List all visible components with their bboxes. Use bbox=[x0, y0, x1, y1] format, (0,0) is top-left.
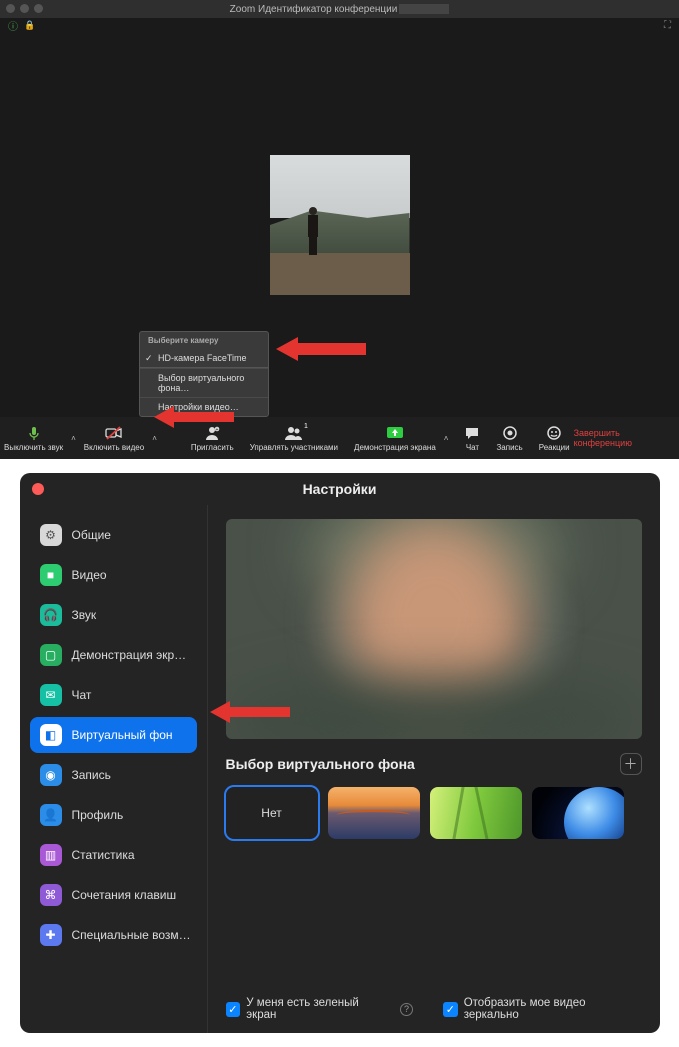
checkbox-mirror-video[interactable]: ✓ Отобразить мое видео зеркально bbox=[443, 997, 642, 1021]
settings-title: Настройки bbox=[303, 481, 377, 497]
sidebar-item-chat[interactable]: ✉Чат bbox=[30, 677, 197, 713]
camera-menu-item-facetime[interactable]: HD-камера FaceTime bbox=[140, 349, 268, 367]
settings-sidebar: ⚙Общие ■Видео 🎧Звук ▢Демонстрация экр… ✉… bbox=[20, 505, 208, 1033]
headphones-icon: 🎧 bbox=[40, 604, 62, 626]
fullscreen-icon[interactable]: ⛶ bbox=[664, 20, 671, 31]
checkbox-checked-icon: ✓ bbox=[226, 1002, 241, 1017]
virtual-bg-icon: ◧ bbox=[40, 724, 62, 746]
info-icon[interactable]: ⓘ bbox=[8, 18, 18, 33]
record-button[interactable]: Запись bbox=[492, 422, 526, 454]
window-title: Zoom Идентификатор конференции bbox=[230, 4, 398, 15]
mute-chevron-up-icon[interactable]: ˄ bbox=[67, 434, 80, 443]
annotation-arrow-icon bbox=[210, 699, 290, 728]
video-icon: ■ bbox=[40, 564, 62, 586]
lock-icon: 🔒 bbox=[24, 20, 35, 31]
title-redacted-block bbox=[399, 4, 449, 14]
record-icon bbox=[502, 424, 518, 442]
bg-option-bridge[interactable] bbox=[328, 787, 420, 839]
video-chevron-up-icon[interactable]: ˄ bbox=[148, 434, 161, 443]
annotation-arrow-icon bbox=[276, 335, 366, 363]
status-bar: ⓘ 🔒 ⛶ bbox=[0, 18, 679, 32]
checkbox-green-screen[interactable]: ✓ У меня есть зеленый экран ? bbox=[226, 997, 413, 1021]
zoom-settings-window: Настройки ⚙Общие ■Видео 🎧Звук ▢Демонстра… bbox=[20, 473, 660, 1033]
share-icon: ▢ bbox=[40, 644, 62, 666]
accessibility-icon: ✚ bbox=[40, 924, 62, 946]
annotation-arrow-icon bbox=[154, 405, 234, 429]
sidebar-item-stats[interactable]: ▥Статистика bbox=[30, 837, 197, 873]
share-screen-icon bbox=[386, 424, 404, 442]
bg-option-space[interactable] bbox=[532, 787, 624, 839]
video-button[interactable]: Включить видео bbox=[80, 422, 148, 454]
title-bar: Zoom Идентификатор конференции bbox=[0, 0, 679, 18]
checkbox-checked-icon: ✓ bbox=[443, 1002, 458, 1017]
close-icon[interactable] bbox=[32, 483, 44, 495]
bg-option-grass[interactable] bbox=[430, 787, 522, 839]
camera-menu-header: Выберите камеру bbox=[140, 332, 268, 349]
participants-count: 1 bbox=[304, 423, 308, 430]
participant-video-tile[interactable] bbox=[270, 155, 410, 295]
help-icon[interactable]: ? bbox=[400, 1003, 413, 1016]
share-chevron-up-icon[interactable]: ˄ bbox=[440, 434, 453, 443]
background-options: Нет bbox=[226, 787, 642, 839]
sidebar-item-general[interactable]: ⚙Общие bbox=[30, 517, 197, 553]
share-screen-button[interactable]: Демонстрация экрана bbox=[350, 422, 440, 454]
sidebar-item-shortcuts[interactable]: ⌘Сочетания клавиш bbox=[30, 877, 197, 913]
section-title: Выбор виртуального фона bbox=[226, 756, 415, 772]
sidebar-item-profile[interactable]: 👤Профиль bbox=[30, 797, 197, 833]
participants-icon: 1 bbox=[284, 424, 304, 442]
mute-button[interactable]: Выключить звук bbox=[0, 422, 67, 454]
gear-icon: ⚙ bbox=[40, 524, 62, 546]
camera-off-icon bbox=[105, 424, 123, 442]
sidebar-item-virtual-bg[interactable]: ◧Виртуальный фон bbox=[30, 717, 197, 753]
participants-button[interactable]: 1 Управлять участниками bbox=[246, 422, 342, 454]
sidebar-item-audio[interactable]: 🎧Звук bbox=[30, 597, 197, 633]
reactions-button[interactable]: Реакции bbox=[535, 422, 574, 454]
chat-icon: ✉ bbox=[40, 684, 62, 706]
microphone-icon bbox=[26, 424, 42, 442]
meeting-controls-bar: Выключить звук ˄ Включить видео ˄ + П bbox=[0, 417, 679, 459]
stats-icon: ▥ bbox=[40, 844, 62, 866]
settings-titlebar: Настройки bbox=[20, 473, 660, 505]
sidebar-item-share[interactable]: ▢Демонстрация экр… bbox=[30, 637, 197, 673]
chat-button[interactable]: Чат bbox=[460, 422, 484, 454]
window-traffic-lights[interactable] bbox=[6, 4, 43, 13]
camera-menu-item-virtual-bg[interactable]: Выбор виртуального фона… bbox=[140, 368, 268, 397]
end-meeting-button[interactable]: Завершить конференцию bbox=[574, 428, 632, 448]
settings-content: Выбор виртуального фона ＋ Нет ✓ У меня е… bbox=[208, 505, 660, 1033]
sidebar-item-record[interactable]: ◉Запись bbox=[30, 757, 197, 793]
profile-icon: 👤 bbox=[40, 804, 62, 826]
sidebar-item-video[interactable]: ■Видео bbox=[30, 557, 197, 593]
bg-option-none[interactable]: Нет bbox=[226, 787, 318, 839]
chat-icon bbox=[464, 424, 480, 442]
record-icon: ◉ bbox=[40, 764, 62, 786]
zoom-meeting-window: Zoom Идентификатор конференции ⓘ 🔒 ⛶ Выб… bbox=[0, 0, 679, 459]
keyboard-icon: ⌘ bbox=[40, 884, 62, 906]
sidebar-item-accessibility[interactable]: ✚Специальные возм… bbox=[30, 917, 197, 953]
reactions-icon bbox=[546, 424, 562, 442]
add-background-button[interactable]: ＋ bbox=[620, 753, 642, 775]
